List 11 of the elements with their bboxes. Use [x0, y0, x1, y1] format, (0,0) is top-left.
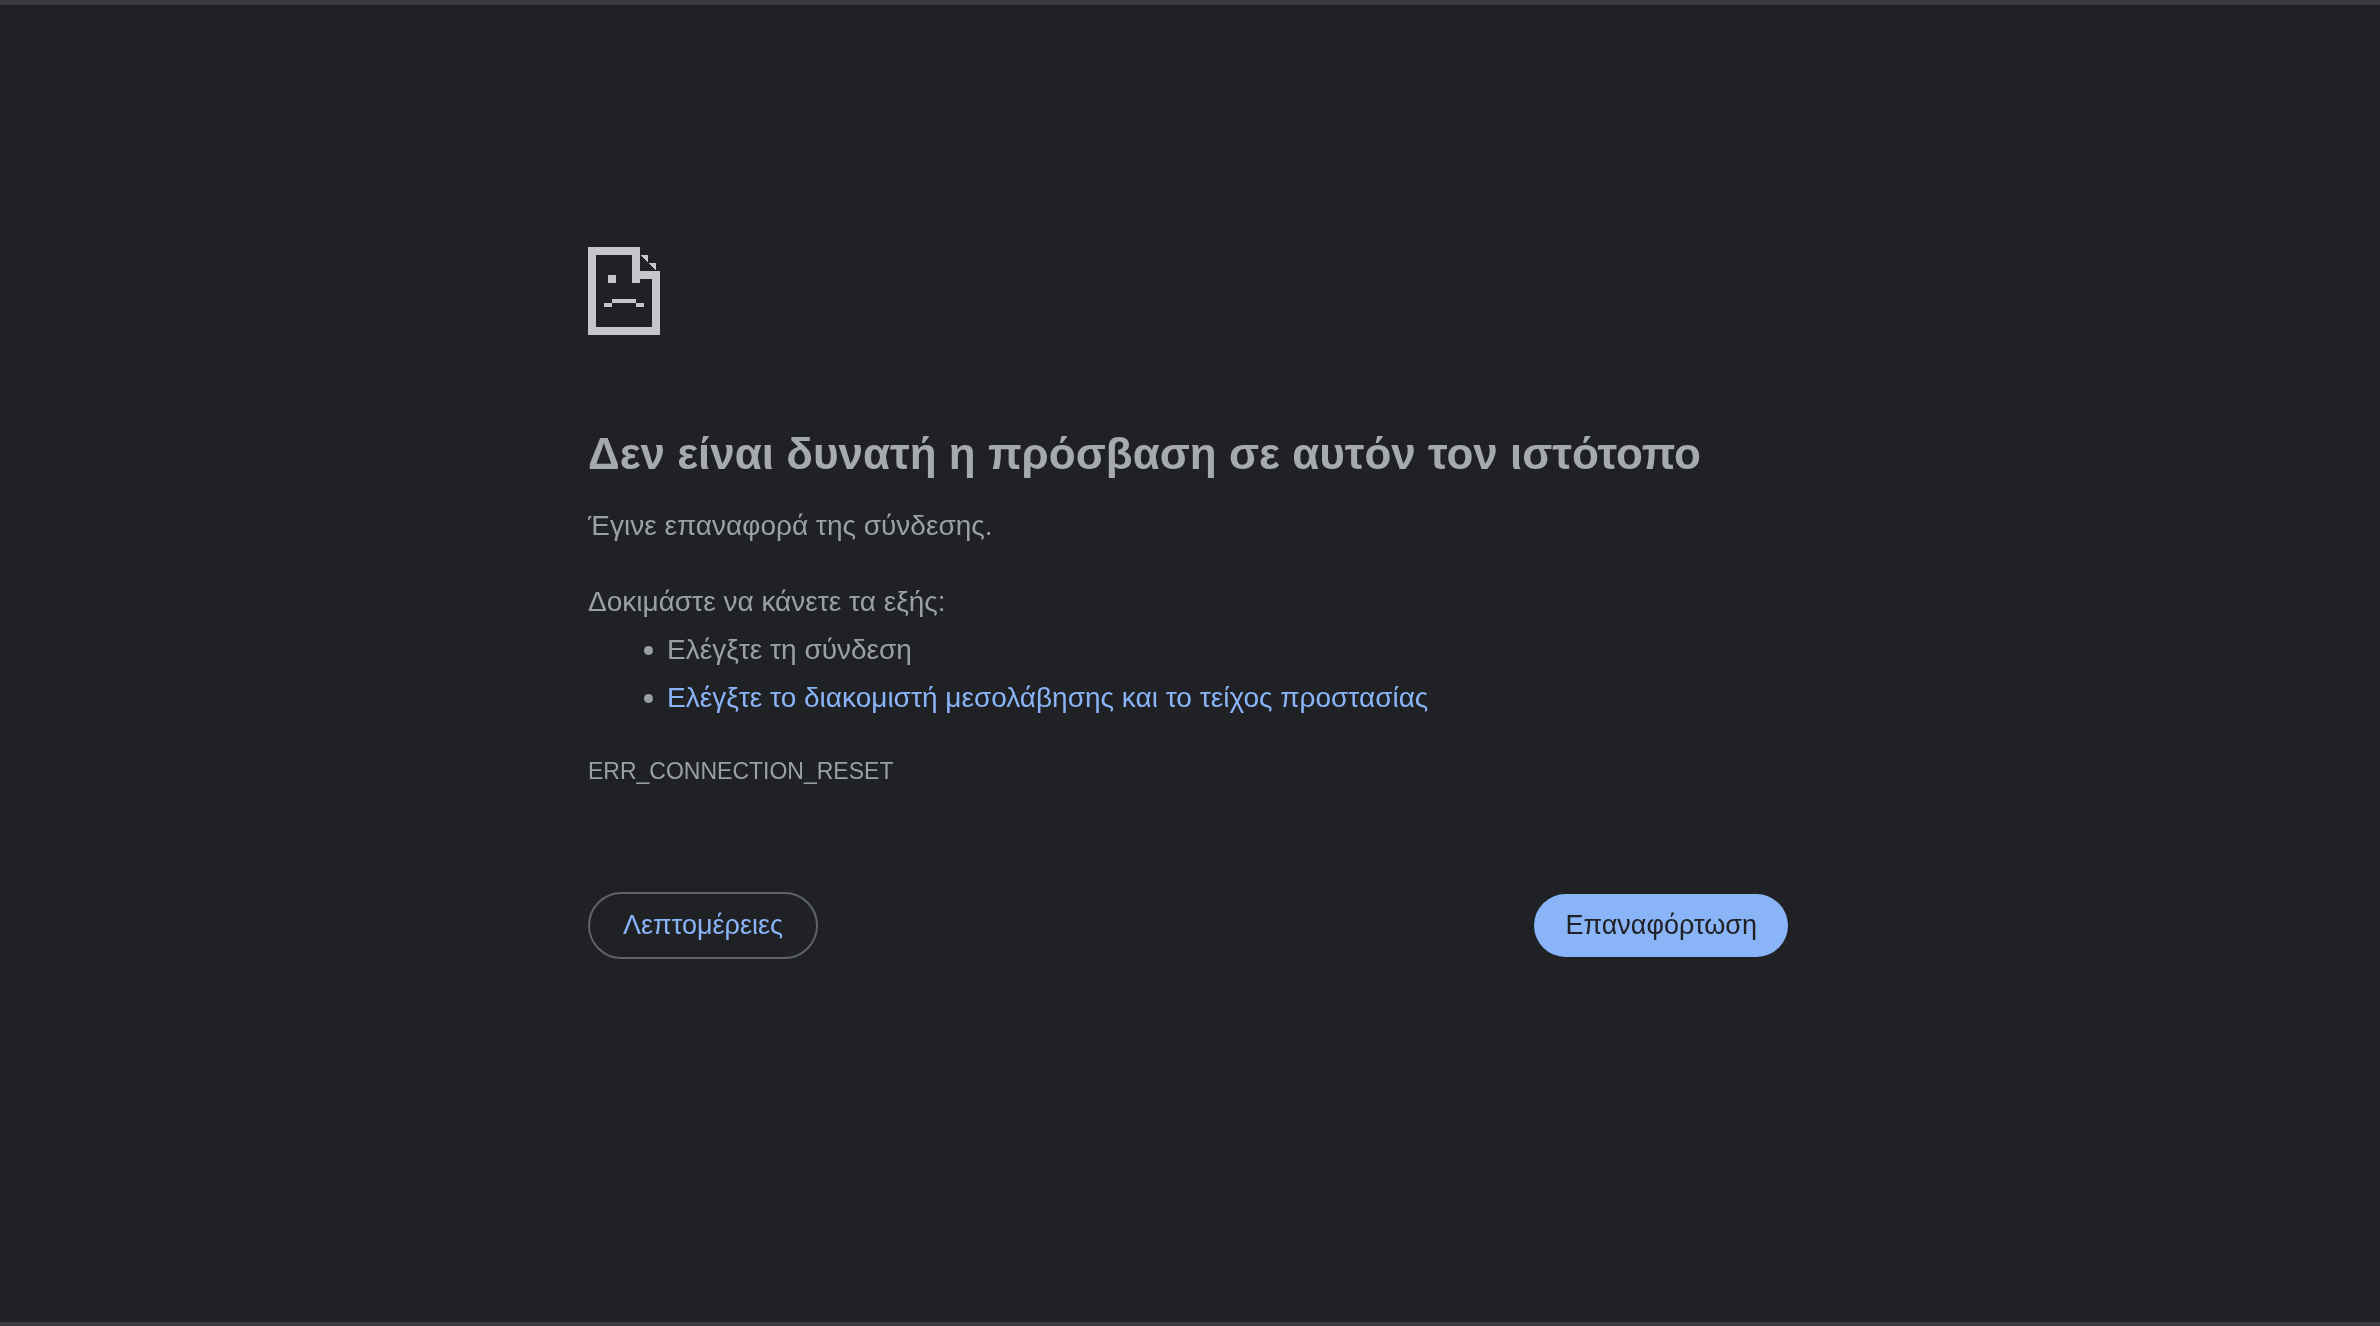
reload-button[interactable]: Επαναφόρτωση	[1534, 894, 1788, 957]
error-code: ERR_CONNECTION_RESET	[588, 757, 895, 786]
sad-page-icon	[588, 247, 660, 335]
error-heading: Δεν είναι δυνατή η πρόσβαση σε αυτόν τον ιστότοπο	[588, 428, 1702, 480]
suggestion-link[interactable]: Ελέγξτε το διακομιστή μεσολάβησης και το τείχος προστασίας	[667, 680, 1429, 716]
bullet-icon	[644, 645, 653, 655]
suggestion-text: Ελέγξτε τη σύνδεση	[667, 633, 912, 667]
details-button[interactable]: Λεπτομέρειες	[588, 892, 819, 959]
bullet-icon	[644, 693, 653, 703]
suggestions-heading: Δοκιμάστε να κάνετε τα εξής:	[588, 585, 947, 619]
error-message: Έγινε επαναφορά της σύνδεσης.	[588, 509, 994, 543]
